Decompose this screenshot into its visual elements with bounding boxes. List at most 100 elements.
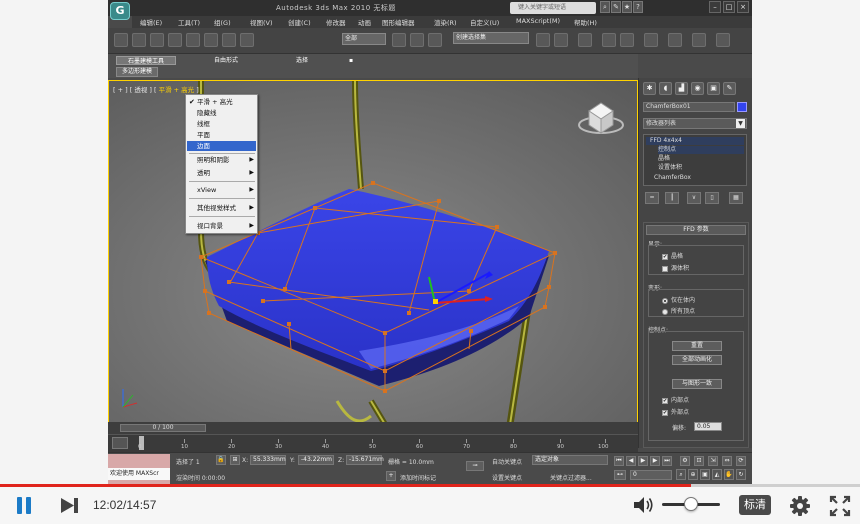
tab-selection[interactable]: 选择	[284, 56, 320, 65]
menu-modifiers[interactable]: 修改器	[326, 17, 346, 27]
region-select-icon[interactable]	[168, 33, 182, 47]
pin-stack-icon[interactable]: ━	[645, 192, 659, 204]
pan-icon[interactable]: ✋	[724, 469, 734, 480]
menu-item-lighting-shadows[interactable]: 照明和阴影 ▶	[187, 155, 256, 165]
animate-all-button[interactable]: 全部动画化	[672, 355, 722, 365]
go-to-end-icon[interactable]: ⏭	[662, 456, 672, 466]
key-filters-button[interactable]: 关键点过滤器...	[550, 473, 592, 482]
menu-item-transparency[interactable]: 透明 ▶	[187, 168, 256, 178]
minimize-button[interactable]: –	[709, 1, 721, 13]
key-mode-icon[interactable]: ⊷	[614, 470, 626, 480]
auto-key-button[interactable]: 自动关键点	[492, 457, 522, 466]
stack-item-ffd[interactable]: FFD 4x4x4	[646, 137, 744, 145]
current-frame-field[interactable]: 0	[630, 470, 672, 480]
maximize-viewport-icon[interactable]: ⇲	[708, 456, 718, 466]
zoom-region-icon[interactable]: ⊡	[694, 456, 704, 466]
menu-edit[interactable]: 编辑(E)	[140, 17, 162, 27]
menu-item-viewport-background[interactable]: 视口背景 ▶	[187, 221, 256, 231]
remove-modifier-icon[interactable]: ▯	[705, 192, 719, 204]
orbit-icon[interactable]: ↻	[736, 469, 746, 480]
menu-item-wireframe[interactable]: 线框	[187, 119, 256, 129]
modify-tab-icon[interactable]: ◖	[659, 82, 672, 95]
menu-group[interactable]: 组(G)	[214, 17, 231, 27]
time-config-icon[interactable]: ⚙	[680, 456, 690, 466]
mirror-icon[interactable]	[536, 33, 550, 47]
next-frame-icon[interactable]: ▶	[650, 456, 660, 466]
align-icon[interactable]	[554, 33, 568, 47]
select-scale-icon[interactable]	[240, 33, 254, 47]
conform-to-shape-button[interactable]: 与图形一致	[672, 379, 722, 389]
material-editor-icon[interactable]	[644, 33, 658, 47]
y-coordinate-field[interactable]: -43.22mm	[298, 455, 334, 465]
arc-rotate-icon[interactable]: ⟳	[736, 456, 746, 466]
rendered-frame-icon[interactable]	[692, 33, 706, 47]
select-move-icon[interactable]	[204, 33, 218, 47]
stack-item-chamferbox[interactable]: ChamferBox	[646, 174, 744, 182]
stack-item-lattice[interactable]: 晶格	[658, 155, 744, 163]
set-key-mode-icon[interactable]: ⊸	[466, 461, 484, 471]
close-button[interactable]: ×	[737, 1, 749, 13]
x-coordinate-field[interactable]: 55.333mm	[250, 455, 286, 465]
help-icon[interactable]: ?	[633, 1, 643, 13]
menu-item-flat[interactable]: 平面	[187, 130, 256, 140]
select-by-name-icon[interactable]	[150, 33, 164, 47]
stack-item-set-volume[interactable]: 设置体积	[658, 164, 744, 172]
select-object-icon[interactable]	[132, 33, 146, 47]
communication-icon[interactable]: ✎	[611, 1, 621, 13]
z-coordinate-field[interactable]: -15.671mm	[346, 455, 384, 465]
menu-item-smooth-highlights[interactable]: ✔ 平滑 + 高光	[187, 97, 256, 107]
show-end-result-icon[interactable]: ┃	[665, 192, 679, 204]
menu-item-hidden-line[interactable]: 隐藏线	[187, 108, 256, 118]
hierarchy-tab-icon[interactable]: ▟	[675, 82, 688, 95]
play-icon[interactable]: ▶	[638, 456, 648, 466]
menu-animation[interactable]: 动画	[358, 17, 371, 27]
absolute-mode-icon[interactable]: ⊞	[230, 455, 240, 465]
rollout-header[interactable]: FFD 参数	[646, 225, 746, 235]
walk-through-icon[interactable]: ⇔	[722, 456, 732, 466]
field-of-view-icon[interactable]: ◭	[712, 469, 722, 480]
modifier-list-dropdown[interactable]: 修改器列表 ▼	[643, 118, 747, 129]
search-input[interactable]: 键入关键字或短语	[510, 2, 596, 14]
previous-frame-icon[interactable]: ◀	[626, 456, 636, 466]
menu-maxscript[interactable]: MAXScript(M)	[516, 17, 560, 25]
subtab-polygon-modeling[interactable]: 多边形建模	[116, 67, 158, 77]
configure-sets-icon[interactable]: ▦	[729, 192, 743, 204]
app-logo-icon[interactable]: G	[110, 2, 130, 20]
tab-extra[interactable]: ▪	[344, 56, 358, 65]
schematic-view-icon[interactable]	[620, 33, 634, 47]
add-time-tag-icon[interactable]: +	[386, 471, 396, 481]
maximize-button[interactable]: □	[723, 1, 735, 13]
curve-editor-icon[interactable]	[602, 33, 616, 47]
snaps-toggle-icon[interactable]	[428, 33, 442, 47]
utilities-tab-icon[interactable]: ✎	[723, 82, 736, 95]
select-rotate-icon[interactable]	[222, 33, 236, 47]
favorites-icon[interactable]: ★	[622, 1, 632, 13]
source-volume-checkbox[interactable]: 源体积	[662, 263, 689, 272]
menu-item-other-visual-styles[interactable]: 其他视觉样式 ▶	[187, 203, 256, 213]
reset-button[interactable]: 重置	[672, 341, 722, 351]
use-pivot-icon[interactable]	[392, 33, 406, 47]
fullscreen-button[interactable]	[829, 495, 851, 517]
offset-spinner[interactable]: 0.05	[694, 422, 722, 431]
time-slider-thumb[interactable]: 0 / 100	[120, 424, 206, 432]
menu-item-edged-faces[interactable]: 边面	[187, 141, 256, 151]
menu-item-xview[interactable]: xView ▶	[187, 185, 256, 195]
pause-button[interactable]	[17, 497, 33, 514]
select-manipulate-icon[interactable]	[410, 33, 424, 47]
render-production-icon[interactable]	[716, 33, 730, 47]
layer-manager-icon[interactable]	[578, 33, 592, 47]
render-setup-icon[interactable]	[668, 33, 682, 47]
tab-freeform[interactable]: 自由形式	[204, 56, 248, 65]
search-icon[interactable]: ⌕	[600, 1, 610, 13]
zoom-icon[interactable]: ⌕	[676, 469, 686, 480]
settings-button[interactable]	[789, 495, 811, 517]
all-vertices-radio[interactable]: 所有顶点	[662, 306, 695, 315]
create-tab-icon[interactable]: ✱	[643, 82, 656, 95]
only-in-volume-radio[interactable]: 仅在体内	[662, 295, 695, 304]
named-selection-dropdown[interactable]: 创建选择集	[453, 32, 529, 44]
quality-button[interactable]: 标清	[739, 495, 771, 515]
viewport-label[interactable]: [ + ] [ 透视 ] [ 平滑 + 高光 ]	[113, 84, 199, 94]
menu-rendering[interactable]: 渲染(R)	[434, 17, 457, 27]
motion-tab-icon[interactable]: ◉	[691, 82, 704, 95]
lock-selection-icon[interactable]: 🔒	[216, 455, 226, 465]
